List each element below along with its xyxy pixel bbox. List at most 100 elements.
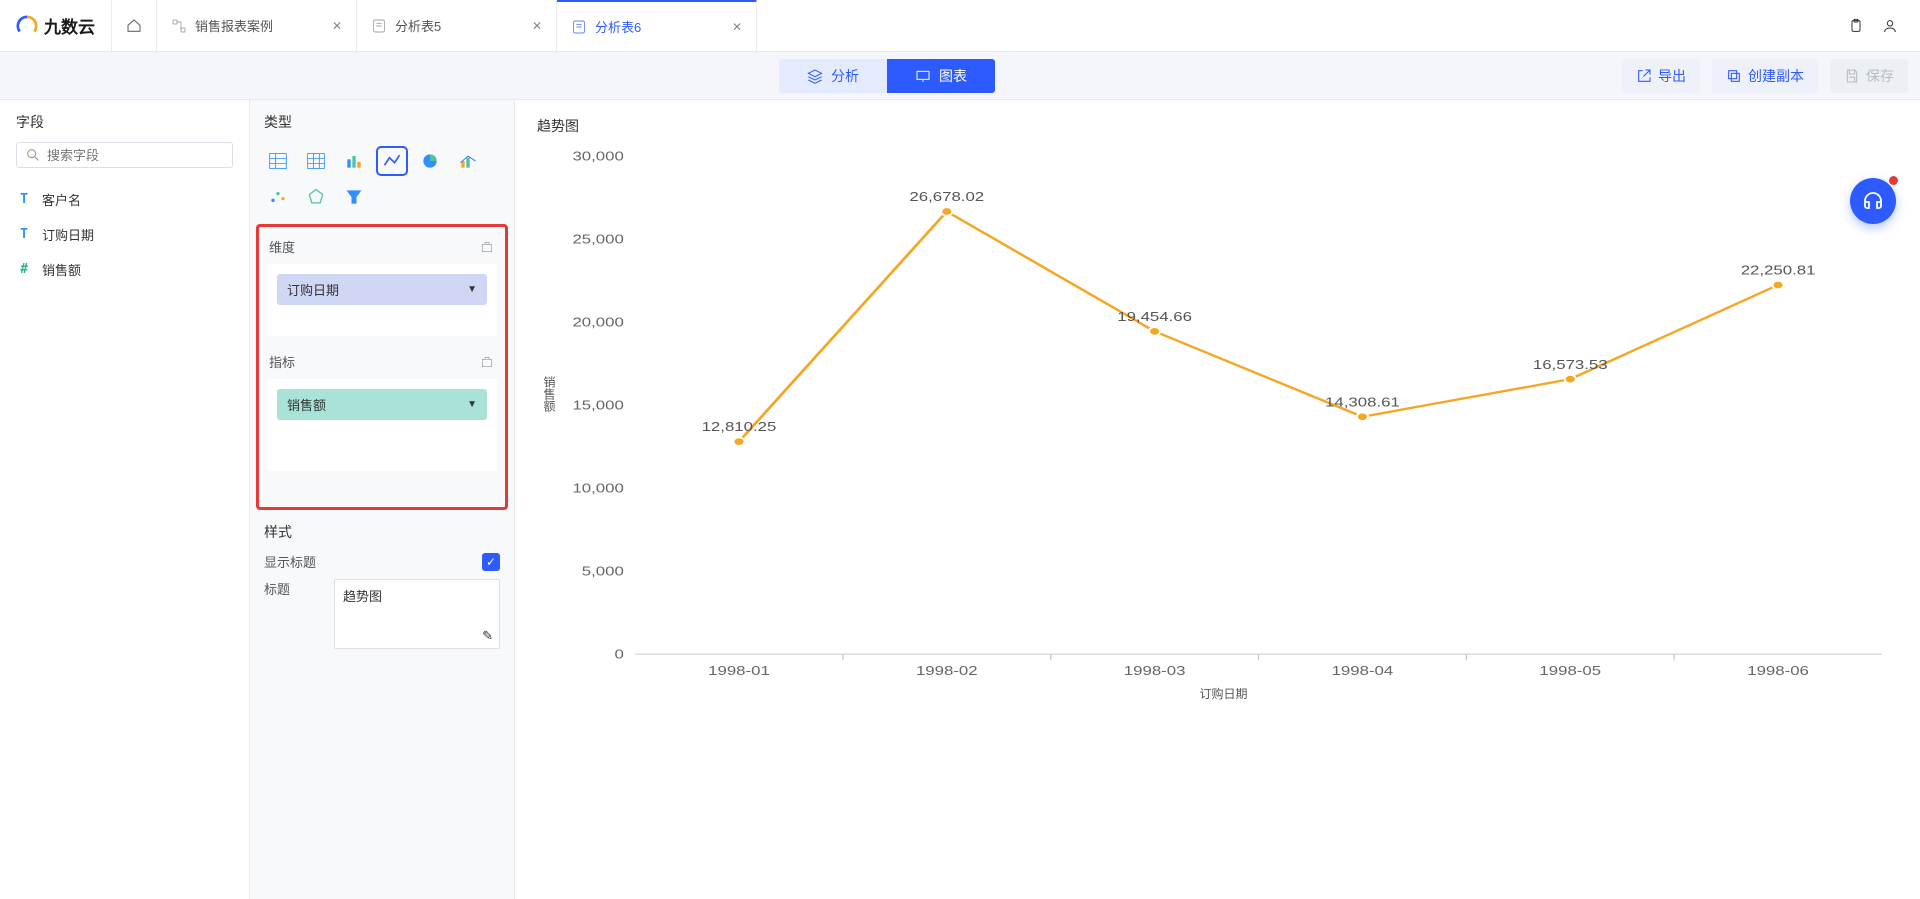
svg-text:15,000: 15,000	[572, 399, 623, 412]
svg-text:1998-03: 1998-03	[1124, 665, 1186, 678]
copy-icon	[1726, 68, 1742, 84]
tab-label: 分析表5	[395, 16, 441, 35]
number-type-icon: #	[16, 262, 32, 277]
field-label: 销售额	[42, 260, 81, 279]
brand-logo: 九数云	[0, 0, 111, 51]
notification-dot	[1889, 176, 1898, 185]
settings-icon[interactable]	[479, 354, 495, 370]
pill-label: 订购日期	[287, 280, 339, 299]
mode-chart[interactable]: 图表	[887, 59, 995, 93]
metric-pill[interactable]: 销售额 ▼	[277, 389, 487, 420]
tab-label: 销售报表案例	[195, 16, 273, 35]
field-search[interactable]	[16, 142, 233, 168]
svg-text:19,454.66: 19,454.66	[1117, 311, 1192, 324]
svg-text:12,810.25: 12,810.25	[702, 421, 777, 434]
svg-text:1998-04: 1998-04	[1332, 665, 1394, 678]
tab-analysis-6[interactable]: 分析表6 ✕	[557, 0, 757, 51]
dimension-metric-zone: 维度 订购日期 ▼ 指标 销售额 ▼	[256, 224, 508, 510]
chart-type-grid	[250, 142, 514, 224]
brand-mark-icon	[16, 15, 38, 37]
metric-dropzone[interactable]: 销售额 ▼	[267, 379, 497, 471]
x-axis-title: 订购日期	[1199, 685, 1247, 702]
flow-icon	[171, 18, 187, 34]
chart-canvas: 销售额 0 5,000 10,000 15,000 20,000 25,000 30,000…	[537, 146, 1910, 706]
svg-text:16,573.53: 16,573.53	[1533, 359, 1608, 372]
dimension-dropzone[interactable]: 订购日期 ▼	[267, 264, 497, 336]
chevron-down-icon[interactable]: ▼	[467, 399, 477, 410]
title-input[interactable]: 趋势图 ✎	[334, 579, 500, 649]
export-button[interactable]: 导出	[1622, 59, 1700, 93]
field-order-date[interactable]: T 订购日期	[16, 217, 233, 252]
mode-label: 图表	[939, 66, 967, 86]
y-axis-title: 销售额	[541, 376, 558, 412]
dimension-title: 维度	[269, 237, 295, 256]
svg-text:10,000: 10,000	[572, 482, 623, 495]
title-value: 趋势图	[343, 589, 382, 604]
brand-text: 九数云	[44, 13, 95, 38]
mode-analyze[interactable]: 分析	[779, 59, 887, 93]
save-icon	[1844, 68, 1860, 84]
layers-icon	[807, 68, 823, 84]
tab-label: 分析表6	[595, 17, 641, 36]
svg-text:5,000: 5,000	[582, 565, 624, 578]
close-icon[interactable]: ✕	[332, 19, 342, 33]
type-combo-icon[interactable]	[454, 148, 482, 174]
close-icon[interactable]: ✕	[532, 19, 542, 33]
home-button[interactable]	[111, 0, 157, 51]
svg-text:0: 0	[615, 648, 624, 661]
type-bar-icon[interactable]	[340, 148, 368, 174]
user-icon[interactable]	[1882, 18, 1898, 34]
fields-title: 字段	[16, 112, 233, 132]
export-icon	[1636, 68, 1652, 84]
field-label: 客户名	[42, 190, 81, 209]
pill-label: 销售额	[287, 395, 326, 414]
show-title-checkbox[interactable]: ✓	[482, 553, 500, 571]
sheet-icon	[571, 19, 587, 35]
field-label: 订购日期	[42, 225, 94, 244]
text-type-icon: T	[16, 192, 32, 207]
svg-text:1998-01: 1998-01	[708, 665, 770, 678]
svg-text:22,250.81: 22,250.81	[1741, 264, 1816, 277]
button-label: 导出	[1658, 66, 1686, 86]
dimension-pill[interactable]: 订购日期 ▼	[277, 274, 487, 305]
clipboard-icon[interactable]	[1848, 18, 1864, 34]
search-input[interactable]	[47, 148, 224, 163]
create-copy-button[interactable]: 创建副本	[1712, 59, 1818, 93]
chart-type-title: 类型	[264, 112, 500, 132]
field-sales[interactable]: # 销售额	[16, 252, 233, 287]
svg-text:1998-05: 1998-05	[1539, 665, 1601, 678]
text-type-icon: T	[16, 227, 32, 242]
style-title: 样式	[264, 522, 500, 542]
chevron-down-icon[interactable]: ▼	[467, 284, 477, 295]
home-icon	[126, 18, 142, 34]
show-title-label: 显示标题	[264, 552, 316, 571]
tab-analysis-5[interactable]: 分析表5 ✕	[357, 0, 557, 51]
save-button: 保存	[1830, 59, 1908, 93]
svg-text:14,308.61: 14,308.61	[1325, 396, 1400, 409]
button-label: 保存	[1866, 66, 1894, 86]
type-radar-icon[interactable]	[302, 184, 330, 210]
edit-icon[interactable]: ✎	[482, 628, 493, 644]
svg-text:25,000: 25,000	[572, 233, 623, 246]
chart-title: 趋势图	[537, 116, 1910, 136]
type-cross-table-icon[interactable]	[302, 148, 330, 174]
type-group-table-icon[interactable]	[264, 148, 292, 174]
search-icon	[25, 147, 41, 163]
type-pie-icon[interactable]	[416, 148, 444, 174]
type-funnel-icon[interactable]	[340, 184, 368, 210]
headset-icon	[1861, 189, 1885, 213]
close-icon[interactable]: ✕	[732, 20, 742, 34]
title-label: 标题	[264, 579, 324, 598]
mode-label: 分析	[831, 66, 859, 86]
type-line-icon[interactable]	[378, 148, 406, 174]
svg-text:30,000: 30,000	[572, 150, 623, 163]
tab-sales-case[interactable]: 销售报表案例 ✕	[157, 0, 357, 51]
type-scatter-icon[interactable]	[264, 184, 292, 210]
settings-icon[interactable]	[479, 239, 495, 255]
field-customer[interactable]: T 客户名	[16, 182, 233, 217]
button-label: 创建副本	[1748, 66, 1804, 86]
help-fab[interactable]	[1850, 178, 1896, 224]
svg-text:20,000: 20,000	[572, 316, 623, 329]
metric-title: 指标	[269, 352, 295, 371]
svg-text:1998-06: 1998-06	[1747, 665, 1809, 678]
